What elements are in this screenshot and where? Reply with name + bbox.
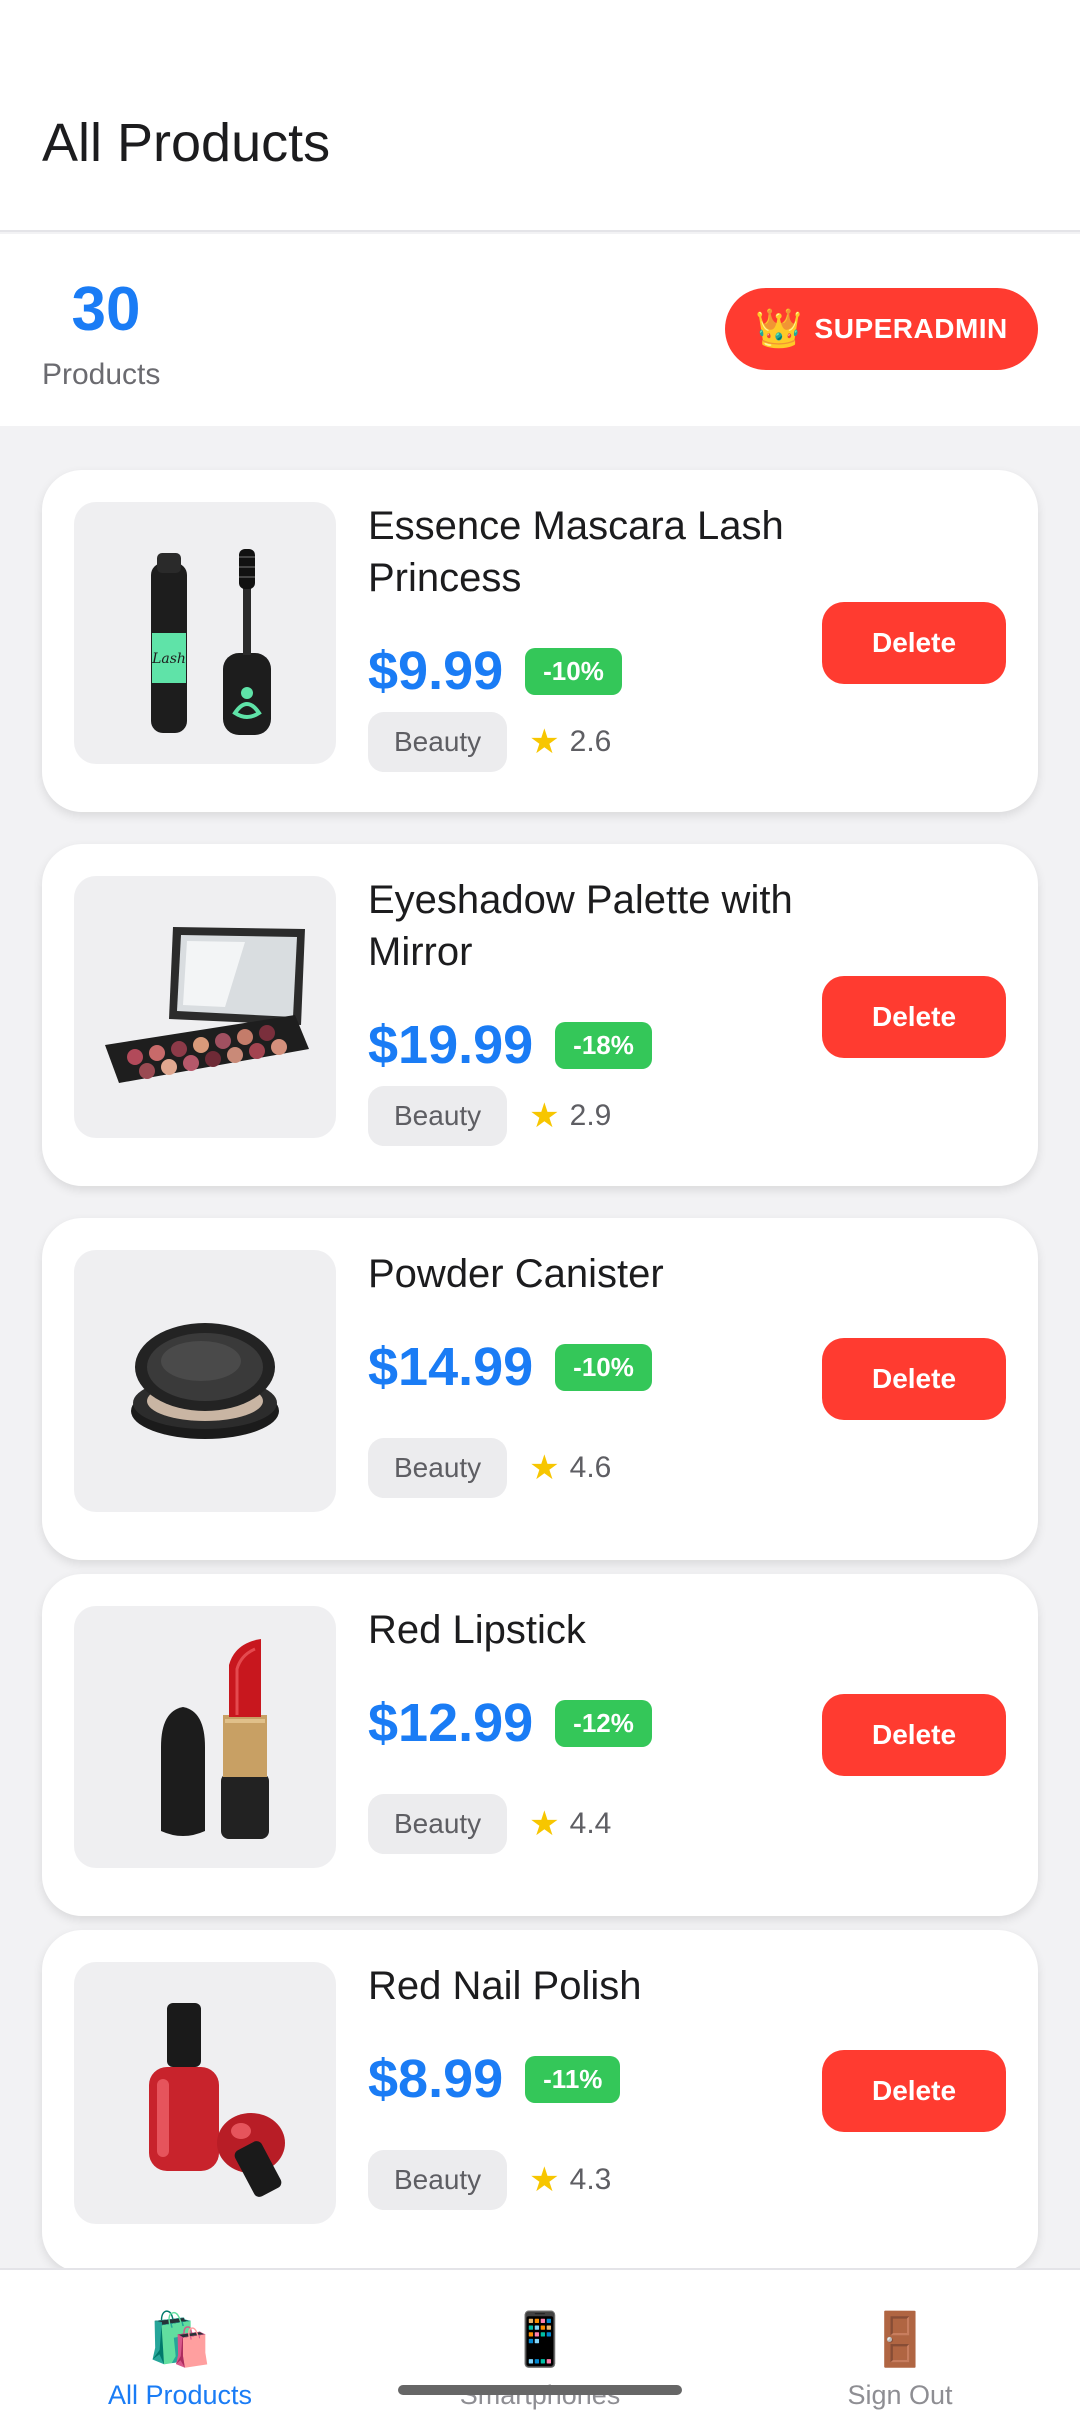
- delete-button[interactable]: Delete: [822, 976, 1006, 1058]
- door-icon: 🚪: [867, 2311, 933, 2369]
- star-icon: ★: [529, 2161, 560, 2199]
- product-count-label: Products: [42, 358, 161, 391]
- product-title: Red Nail Polish: [368, 1964, 642, 2008]
- meta-row: Beauty ★ 4.3: [368, 2150, 611, 2210]
- delete-button[interactable]: Delete: [822, 602, 1006, 684]
- star-icon: ★: [529, 1449, 560, 1487]
- product-info: Red Lipstick $12.99 -12% Beauty ★ 4.4: [368, 1604, 828, 1884]
- app-root: All Products 30 Products 👑 SUPERADMIN La…: [0, 0, 1080, 2424]
- rating-value: 4.4: [569, 1807, 612, 1840]
- shopping-bags-icon: 🛍️: [147, 2311, 213, 2369]
- rating-value: 2.9: [569, 1099, 612, 1132]
- price-row: $12.99 -12%: [368, 1692, 652, 1754]
- rating: ★ 4.6: [529, 1448, 611, 1488]
- tab-all-products[interactable]: 🛍️ All Products: [0, 2310, 360, 2411]
- rating-value: 4.6: [569, 1451, 612, 1484]
- crown-icon: 👑: [755, 308, 803, 350]
- nail-polish-image: [74, 1962, 336, 2224]
- price-row: $19.99 -18%: [368, 1014, 652, 1076]
- discount-badge: -10%: [525, 647, 622, 695]
- star-icon: ★: [529, 1805, 560, 1843]
- star-icon: ★: [529, 1097, 560, 1135]
- tab-sign-out[interactable]: 🚪 Sign Out: [720, 2310, 1080, 2411]
- powder-canister-image: [74, 1250, 336, 1512]
- product-info: Eyeshadow Palette with Mirror $19.99 -18%…: [368, 874, 828, 1154]
- product-info: Powder Canister $14.99 -10% Beauty ★ 4.6: [368, 1248, 828, 1528]
- product-title: Powder Canister: [368, 1252, 664, 1296]
- eyeshadow-palette-image: [74, 876, 336, 1138]
- product-price: $8.99: [368, 2049, 504, 2109]
- category-tag: Beauty: [368, 712, 508, 772]
- lipstick-image: [74, 1606, 336, 1868]
- product-title: Eyeshadow Palette with Mirror: [368, 878, 793, 974]
- price-row: $14.99 -10%: [368, 1336, 652, 1398]
- stats-bar: 30 Products 👑 SUPERADMIN: [0, 234, 1080, 426]
- phone-icon: 📱: [507, 2311, 573, 2369]
- app-header: All Products: [0, 0, 1080, 232]
- discount-badge: -18%: [555, 1021, 652, 1069]
- product-title: Essence Mascara Lash Princess: [368, 504, 784, 600]
- product-card[interactable]: Red Lipstick $12.99 -12% Beauty ★ 4.4 De…: [42, 1574, 1038, 1916]
- meta-row: Beauty ★ 4.4: [368, 1794, 611, 1854]
- discount-badge: -12%: [555, 1699, 652, 1747]
- discount-badge: -11%: [525, 2055, 621, 2103]
- mascara-image: Lash: [74, 502, 336, 764]
- meta-row: Beauty ★ 2.9: [368, 1086, 611, 1146]
- svg-text:Lash: Lash: [151, 651, 186, 667]
- product-info: Essence Mascara Lash Princess $9.99 -10% …: [368, 500, 828, 780]
- rating: ★ 4.4: [529, 1804, 611, 1844]
- rating: ★ 4.3: [529, 2160, 611, 2200]
- discount-badge: -10%: [555, 1343, 652, 1391]
- price-row: $8.99 -11%: [368, 2048, 621, 2110]
- product-title: Red Lipstick: [368, 1608, 586, 1652]
- category-tag: Beauty: [368, 1794, 508, 1854]
- rating: ★ 2.6: [529, 722, 611, 762]
- rating-value: 4.3: [569, 2163, 612, 2196]
- bottom-nav: 🛍️ All Products 📱 Smartphones 🚪 Sign Out: [0, 2268, 1080, 2424]
- product-info: Red Nail Polish $8.99 -11% Beauty ★ 4.3: [368, 1960, 828, 2240]
- delete-button[interactable]: Delete: [822, 1694, 1006, 1776]
- tab-smartphones[interactable]: 📱 Smartphones: [360, 2310, 720, 2411]
- product-price: $19.99: [368, 1015, 534, 1075]
- product-count: 30: [71, 275, 141, 344]
- tab-label: All Products: [107, 2380, 253, 2410]
- meta-row: Beauty ★ 2.6: [368, 712, 611, 772]
- price-row: $9.99 -10%: [368, 640, 622, 702]
- product-card[interactable]: Lash Essence Mascara LashPrincess $9.99: [42, 470, 1038, 812]
- product-card[interactable]: Red Nail Polish $8.99 -11% Beauty ★ 4.3 …: [42, 1930, 1038, 2272]
- category-tag: Beauty: [368, 1438, 508, 1498]
- role-label: SUPERADMIN: [814, 313, 1008, 344]
- product-price: $14.99: [368, 1337, 534, 1397]
- tab-label: Sign Out: [847, 2380, 953, 2410]
- product-card[interactable]: Eyeshadow Palette with Mirror $19.99 -18%…: [42, 844, 1038, 1186]
- category-tag: Beauty: [368, 2150, 508, 2210]
- delete-button[interactable]: Delete: [822, 2050, 1006, 2132]
- rating-value: 2.6: [569, 725, 612, 758]
- product-price: $12.99: [368, 1693, 534, 1753]
- product-price: $9.99: [368, 641, 504, 701]
- product-card[interactable]: Powder Canister $14.99 -10% Beauty ★ 4.6…: [42, 1218, 1038, 1560]
- star-icon: ★: [529, 723, 560, 761]
- rating: ★ 2.9: [529, 1096, 611, 1136]
- meta-row: Beauty ★ 4.6: [368, 1438, 611, 1498]
- category-tag: Beauty: [368, 1086, 508, 1146]
- home-indicator[interactable]: [398, 2385, 682, 2395]
- page-title: All Products: [42, 113, 331, 173]
- role-badge: 👑 SUPERADMIN: [725, 288, 1038, 370]
- delete-button[interactable]: Delete: [822, 1338, 1006, 1420]
